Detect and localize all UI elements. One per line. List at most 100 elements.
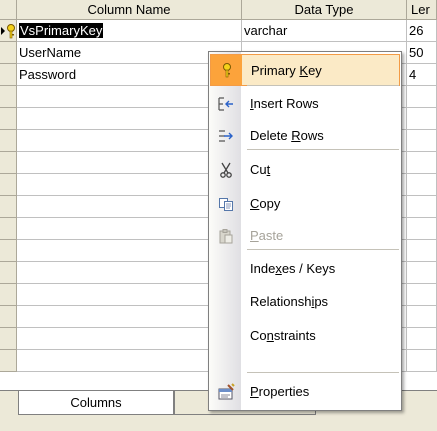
- menu-item-cut[interactable]: Cut: [210, 154, 400, 186]
- length-cell[interactable]: [407, 130, 437, 152]
- menu-item-label: Insert Rows: [250, 88, 319, 120]
- length-cell[interactable]: 50: [407, 42, 437, 64]
- length-cell[interactable]: 26: [407, 20, 437, 42]
- menu-label-accelerator: P: [250, 228, 259, 243]
- menu-item-label: Copy: [250, 188, 280, 220]
- column-name-cell-text: Password: [19, 67, 77, 82]
- data-type-header[interactable]: Data Type: [242, 0, 407, 20]
- length-header[interactable]: Ler: [407, 0, 437, 20]
- row-selector[interactable]: [0, 130, 17, 152]
- menu-label-prefix: Co: [250, 328, 267, 343]
- column-name-cell-text: VsPrimaryKey: [19, 23, 104, 38]
- menu-item-constraints[interactable]: Constraints: [210, 320, 400, 352]
- menu-label-suffix: opy: [259, 196, 281, 211]
- menu-label-suffix: ps: [314, 294, 329, 309]
- menu-label-accelerator: t: [266, 162, 271, 177]
- copy-icon: [210, 188, 241, 220]
- length-cell[interactable]: [407, 306, 437, 328]
- menu-item-icon-slot: [210, 286, 241, 318]
- menu-separator: [247, 372, 399, 373]
- row-selector[interactable]: [0, 86, 17, 108]
- delete-rows-icon: [210, 120, 241, 152]
- menu-item-copy[interactable]: Copy: [210, 188, 400, 220]
- context-menu: Primary Key Insert Rows Delete Rows Cut Copy…: [208, 51, 402, 411]
- menu-item-delete-rows[interactable]: Delete Rows: [210, 120, 400, 152]
- current-row-key-icon: [1, 23, 17, 39]
- menu-item-label: Constraints: [250, 320, 316, 352]
- menu-item-indexes-keys[interactable]: Indexes / Keys: [210, 253, 400, 285]
- column-name-cell[interactable]: VsPrimaryKey: [17, 20, 242, 42]
- menu-label-suffix: roperties: [258, 384, 310, 399]
- properties-icon: [210, 376, 241, 408]
- menu-label-prefix: Primary: [251, 63, 300, 78]
- data-type-cell[interactable]: varchar: [242, 20, 407, 42]
- length-cell[interactable]: [407, 350, 437, 372]
- row-selector[interactable]: [0, 64, 17, 86]
- length-cell[interactable]: [407, 328, 437, 350]
- length-cell[interactable]: [407, 174, 437, 196]
- menu-label-accelerator: n: [266, 328, 274, 343]
- row-selector[interactable]: [0, 306, 17, 328]
- row-selector[interactable]: [0, 262, 17, 284]
- menu-item-label: Paste: [250, 220, 283, 252]
- menu-label-prefix: Relationsh: [250, 294, 312, 309]
- length-cell[interactable]: [407, 196, 437, 218]
- row-selector[interactable]: [0, 174, 17, 196]
- insert-rows-icon: [210, 88, 241, 120]
- menu-label-suffix: ey: [308, 63, 322, 78]
- menu-item-label: Relationships: [250, 286, 328, 318]
- menu-item-label: Properties: [250, 376, 309, 408]
- tab-columns[interactable]: Columns: [18, 391, 174, 415]
- column-name-cell-text: UserName: [19, 45, 82, 60]
- menu-label-accelerator: P: [250, 384, 259, 399]
- menu-label-prefix: Inde: [250, 261, 276, 276]
- menu-item-primary-key[interactable]: Primary Key: [210, 54, 400, 86]
- menu-label-prefix: Cu: [250, 162, 267, 177]
- menu-separator: [247, 249, 399, 250]
- length-cell[interactable]: [407, 86, 437, 108]
- length-cell[interactable]: [407, 218, 437, 240]
- column-name-header[interactable]: Column Name: [17, 0, 242, 20]
- row-selector[interactable]: [0, 196, 17, 218]
- menu-label-accelerator: R: [291, 128, 301, 143]
- menu-label-suffix: straints: [273, 328, 316, 343]
- row-selector[interactable]: [0, 218, 17, 240]
- length-cell-text: 50: [409, 45, 424, 60]
- menu-item-insert-rows[interactable]: Insert Rows: [210, 88, 400, 120]
- menu-separator: [247, 149, 399, 150]
- menu-separator: [247, 85, 399, 86]
- menu-item-label: Cut: [250, 154, 270, 186]
- key-icon: [211, 55, 242, 85]
- row-selector[interactable]: [0, 108, 17, 130]
- row-selector[interactable]: [0, 284, 17, 306]
- row-selector[interactable]: [0, 350, 17, 372]
- menu-item-properties[interactable]: Properties: [210, 376, 400, 408]
- length-cell-text: 4: [409, 67, 417, 82]
- menu-label-accelerator: K: [299, 63, 309, 78]
- length-cell[interactable]: [407, 240, 437, 262]
- length-cell-text: 26: [409, 23, 424, 38]
- menu-item-label: Indexes / Keys: [250, 253, 335, 285]
- row-selector[interactable]: [0, 42, 17, 64]
- paste-icon: [210, 220, 241, 252]
- data-type-cell-text: varchar: [244, 23, 288, 38]
- menu-item-label: Delete Rows: [250, 120, 324, 152]
- row-selector[interactable]: [0, 152, 17, 174]
- menu-label-prefix: Delete: [250, 128, 292, 143]
- length-cell[interactable]: [407, 284, 437, 306]
- menu-label-suffix: es / Keys: [281, 261, 336, 276]
- menu-label-suffix: ows: [300, 128, 324, 143]
- length-cell[interactable]: [407, 152, 437, 174]
- menu-item-label: Primary Key: [251, 55, 322, 87]
- length-cell[interactable]: [407, 262, 437, 284]
- row-selector-header: [0, 0, 17, 20]
- menu-item-paste[interactable]: Paste: [210, 220, 400, 252]
- menu-item-relationships[interactable]: Relationships: [210, 286, 400, 318]
- row-selector[interactable]: [0, 328, 17, 350]
- scissors-icon: [210, 154, 241, 186]
- menu-label-suffix: aste: [258, 228, 284, 243]
- length-cell[interactable]: [407, 108, 437, 130]
- menu-item-icon-slot: [210, 320, 241, 352]
- row-selector[interactable]: [0, 240, 17, 262]
- length-cell[interactable]: 4: [407, 64, 437, 86]
